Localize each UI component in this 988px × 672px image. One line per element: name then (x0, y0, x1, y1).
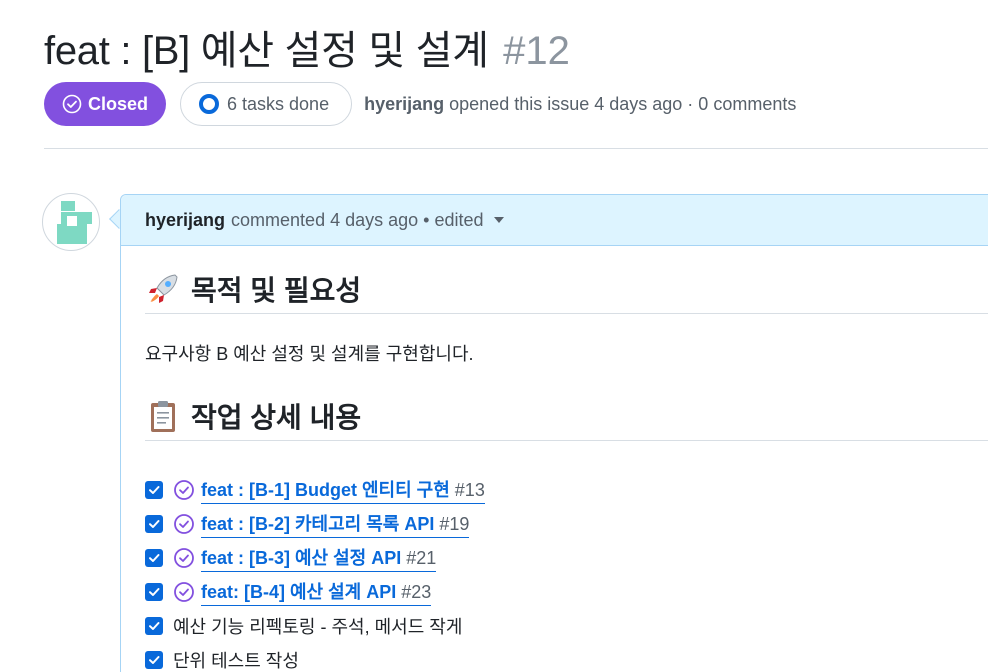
task-issue-link[interactable]: feat: [B-4] 예산 설계 API #23 (201, 578, 432, 606)
task-list: feat : [B-1] Budget 엔티티 구현 #13 feat : [B-… (145, 473, 988, 672)
check-circle-icon (62, 94, 82, 114)
issue-meta: Closed 6 tasks done hyerijang opened thi… (44, 82, 796, 126)
task-item: feat : [B-3] 예산 설정 API #21 (145, 541, 988, 575)
tasks-progress-button[interactable]: 6 tasks done (180, 82, 353, 126)
task-issue-link[interactable]: feat : [B-2] 카테고리 목록 API #19 (201, 510, 470, 538)
comment-body: 목적 및 필요성 요구사항 B 예산 설정 및 설계를 구현합니다. 작업 상세… (145, 267, 988, 672)
task-checkbox[interactable] (145, 583, 163, 601)
tasks-summary: 6 tasks done (227, 93, 330, 114)
task-item: feat: [B-4] 예산 설계 API #23 (145, 575, 988, 609)
section-heading-details: 작업 상세 내용 (145, 394, 988, 438)
task-issue-number: #23 (401, 582, 432, 602)
header-divider (44, 148, 988, 149)
task-item: feat : [B-1] Budget 엔티티 구현 #13 (145, 473, 988, 507)
section-heading-text: 작업 상세 내용 (191, 402, 362, 433)
issue-closed-icon (174, 480, 194, 500)
task-checkbox[interactable] (145, 515, 163, 533)
issue-title: feat : [B] 예산 설정 및 설계 (44, 29, 489, 73)
section-heading-text: 목적 및 필요성 (191, 275, 362, 306)
heading-rule (145, 313, 988, 314)
task-issue-link[interactable]: feat : [B-1] Budget 엔티티 구현 #13 (201, 476, 485, 504)
clipboard-emoji-icon (151, 401, 175, 432)
task-issue-number: #13 (454, 480, 485, 500)
comment-header: hyerijang commented 4 days ago • edited (121, 195, 988, 246)
identicon-icon (52, 201, 92, 244)
comment-meta[interactable]: commented 4 days ago • edited (231, 210, 483, 231)
task-item: feat : [B-2] 카테고리 목록 API #19 (145, 507, 988, 541)
issue-number: #12 (503, 29, 570, 73)
heading-rule (145, 440, 988, 441)
task-issue-number: #21 (406, 548, 437, 568)
purpose-text: 요구사항 B 예산 설정 및 설계를 구현합니다. (145, 344, 474, 364)
task-issue-title: feat : [B-2] 카테고리 목록 API (201, 514, 435, 534)
state-label: Closed (88, 93, 149, 114)
task-item: 단위 테스트 작성 (145, 643, 988, 672)
task-text: 예산 기능 리펙토링 - 주석, 메서드 작게 (173, 617, 463, 637)
issue-closed-icon (174, 548, 194, 568)
avatar[interactable] (42, 193, 100, 251)
issue-author-link[interactable]: hyerijang (364, 94, 444, 114)
task-issue-link[interactable]: feat : [B-3] 예산 설정 API #21 (201, 544, 437, 572)
progress-ring-icon (199, 94, 220, 114)
task-checkbox[interactable] (145, 549, 163, 567)
issue-opened-text: opened this issue 4 days ago · 0 comment… (449, 93, 797, 114)
task-checkbox[interactable] (145, 651, 163, 669)
section-heading-purpose: 목적 및 필요성 (145, 267, 988, 311)
task-item: 예산 기능 리펙토링 - 주석, 메서드 작게 (145, 609, 988, 643)
comment-box: hyerijang commented 4 days ago • edited … (120, 194, 988, 672)
task-issue-title: feat : [B-1] Budget 엔티티 구현 (201, 480, 450, 500)
task-checkbox[interactable] (145, 617, 163, 635)
rocket-emoji-icon (149, 274, 178, 303)
comment-author-link[interactable]: hyerijang (145, 210, 225, 231)
task-issue-number: #19 (439, 514, 470, 534)
task-issue-title: feat : [B-3] 예산 설정 API (201, 548, 402, 568)
task-text: 단위 테스트 작성 (173, 651, 299, 671)
issue-title-row: feat : [B] 예산 설정 및 설계 #12 (44, 18, 570, 76)
state-badge: Closed (44, 82, 167, 126)
task-checkbox[interactable] (145, 481, 163, 499)
chevron-down-icon[interactable] (493, 217, 504, 223)
issue-closed-icon (174, 514, 194, 534)
task-issue-title: feat: [B-4] 예산 설계 API (201, 582, 397, 602)
issue-opened-info: hyerijang opened this issue 4 days ago ·… (364, 94, 796, 115)
issue-closed-icon (174, 582, 194, 602)
